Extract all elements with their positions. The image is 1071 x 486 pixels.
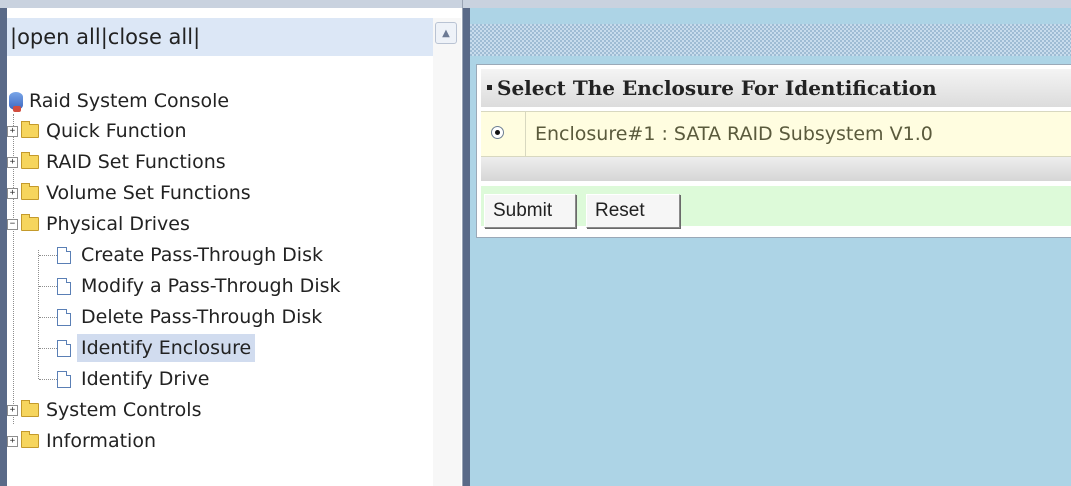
- tree-item-label: Quick Function: [46, 120, 187, 142]
- tree-item-label: Create Pass-Through Disk: [81, 244, 323, 266]
- folder-icon: [21, 431, 39, 448]
- tree-item-label: System Controls: [46, 399, 202, 421]
- separator: |: [193, 25, 201, 49]
- navigation-frame: |open all|close all| ▲ Raid System Conso…: [0, 0, 463, 486]
- separator: |: [100, 25, 108, 49]
- enclosure-radio-button[interactable]: [491, 126, 504, 139]
- tree-item-raid-set-functions[interactable]: + RAID Set Functions: [7, 148, 226, 176]
- tree-item-modify-pass-through-disk[interactable]: Modify a Pass-Through Disk: [57, 272, 341, 300]
- content-frame: Select The Enclosure For Identification …: [463, 0, 1071, 486]
- tree-item-information[interactable]: + Information: [7, 427, 156, 455]
- tree-item-label: Identify Drive: [81, 368, 210, 390]
- tree-item-physical-drives[interactable]: − Physical Drives: [7, 210, 190, 238]
- tree-connector: [39, 317, 57, 318]
- collapse-minus-icon[interactable]: −: [7, 218, 18, 230]
- panel-title: Select The Enclosure For Identification: [481, 69, 1071, 107]
- folder-icon: [21, 183, 39, 200]
- enclosure-option-label: Enclosure#1 : SATA RAID Subsystem V1.0: [535, 123, 933, 145]
- raid-console-icon: [9, 92, 23, 112]
- button-row: Submit Reset: [481, 186, 1071, 228]
- tree-connector: [39, 379, 57, 380]
- scroll-up-arrow-icon[interactable]: ▲: [435, 22, 457, 44]
- tree-root-raid-system-console[interactable]: Raid System Console: [9, 87, 229, 115]
- tree-item-label: Volume Set Functions: [46, 182, 251, 204]
- submit-button[interactable]: Submit: [484, 194, 576, 228]
- tree-item-delete-pass-through-disk[interactable]: Delete Pass-Through Disk: [57, 303, 322, 331]
- expand-plus-icon[interactable]: +: [7, 125, 18, 137]
- folder-icon: [21, 400, 39, 417]
- page-icon: [57, 370, 71, 388]
- frame-left-border: [0, 8, 7, 486]
- tree-item-label: RAID Set Functions: [46, 151, 226, 173]
- expand-plus-icon[interactable]: +: [7, 435, 18, 447]
- close-all-link[interactable]: close all: [108, 25, 193, 49]
- frame-top-border: [463, 0, 1071, 8]
- bullet-icon: [487, 85, 492, 90]
- page-icon: [57, 277, 71, 295]
- open-all-link[interactable]: open all: [17, 25, 101, 49]
- folder-icon: [21, 152, 39, 169]
- separator-row: [481, 157, 1071, 181]
- tree-connector: [38, 250, 39, 379]
- expand-plus-icon[interactable]: +: [7, 404, 18, 416]
- tree-item-label-selected: Identify Enclosure: [77, 334, 256, 362]
- open-folder-icon: [21, 214, 39, 231]
- open-close-bar: |open all|close all|: [7, 18, 436, 56]
- page-icon: [57, 246, 71, 264]
- frame-top-border: [0, 0, 462, 8]
- vertical-scrollbar[interactable]: [433, 18, 461, 486]
- expand-plus-icon[interactable]: +: [7, 156, 18, 168]
- tree-connector: [39, 286, 57, 287]
- panel-title-text: Select The Enclosure For Identification: [497, 76, 937, 100]
- tree-connector: [39, 255, 57, 256]
- tree-item-label: Modify a Pass-Through Disk: [81, 275, 341, 297]
- folder-icon: [21, 121, 39, 138]
- reset-button[interactable]: Reset: [586, 194, 680, 228]
- tree-item-identify-drive[interactable]: Identify Drive: [57, 365, 209, 393]
- tree-item-label: Information: [46, 430, 156, 452]
- enclosure-identification-panel: Select The Enclosure For Identification …: [476, 64, 1071, 238]
- page-icon: [57, 308, 71, 326]
- radio-cell: [481, 112, 526, 156]
- tree-item-system-controls[interactable]: + System Controls: [7, 396, 201, 424]
- tree-item-volume-set-functions[interactable]: + Volume Set Functions: [7, 179, 251, 207]
- frame-left-border: [463, 8, 470, 486]
- tree-connector: [39, 348, 57, 349]
- tree-item-identify-enclosure[interactable]: Identify Enclosure: [57, 334, 256, 362]
- expand-plus-icon[interactable]: +: [7, 187, 18, 199]
- enclosure-option-row[interactable]: Enclosure#1 : SATA RAID Subsystem V1.0: [481, 111, 1071, 157]
- tree-item-create-pass-through-disk[interactable]: Create Pass-Through Disk: [57, 241, 323, 269]
- page-icon: [57, 339, 71, 357]
- tree-item-label: Physical Drives: [46, 213, 190, 235]
- tree-item-quick-function[interactable]: + Quick Function: [7, 117, 187, 145]
- tree-item-label: Delete Pass-Through Disk: [81, 306, 323, 328]
- tree-root-label: Raid System Console: [29, 90, 230, 112]
- header-pattern-strip: [470, 24, 1071, 56]
